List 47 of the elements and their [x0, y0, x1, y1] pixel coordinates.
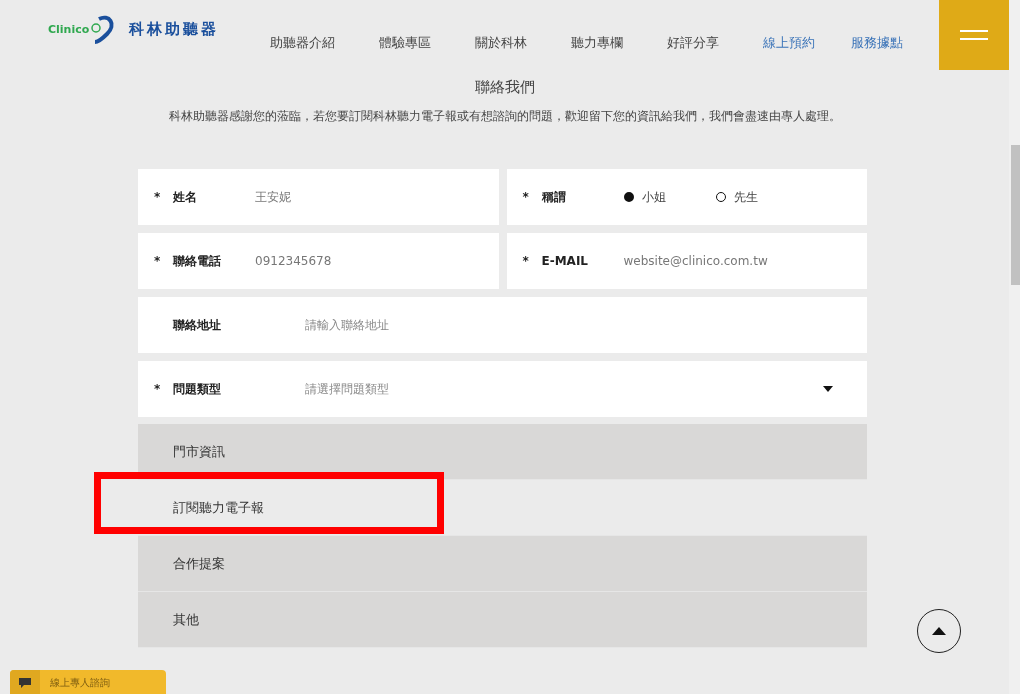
field-label: 聯絡地址	[173, 316, 222, 334]
required-asterisk: *	[522, 190, 529, 204]
radio-option[interactable]: 小姐	[623, 188, 666, 206]
input-field[interactable]: * 聯絡電話 0912345678	[138, 233, 499, 289]
chat-button[interactable]: 線上專人諮詢	[10, 670, 166, 694]
field-label: E-MAIL	[541, 254, 590, 268]
nav-link[interactable]: 體驗專區	[379, 34, 431, 52]
scrollbar-thumb[interactable]	[1011, 145, 1020, 285]
input-field[interactable]: 聯絡地址 請輸入聯絡地址	[138, 297, 867, 353]
nav-link[interactable]: 聽力專欄	[571, 34, 623, 52]
menu-icon	[960, 29, 988, 41]
dropdown-option[interactable]: 合作提案	[138, 536, 867, 592]
required-asterisk: *	[154, 254, 161, 268]
chat-bubble-icon	[18, 677, 32, 689]
input-field[interactable]: * E-MAIL website@clinico.com.tw	[506, 233, 867, 289]
radio-field[interactable]: * 稱謂 小姐 先生	[506, 169, 867, 225]
field-placeholder: 請輸入聯絡地址	[305, 316, 389, 334]
nav-link[interactable]: 服務據點	[851, 34, 903, 52]
scrollbar[interactable]	[1009, 0, 1020, 694]
input-field[interactable]: * 姓名 王安妮	[138, 169, 499, 225]
nav-link[interactable]: 好評分享	[667, 34, 719, 52]
field-placeholder: 請選擇問題類型	[305, 380, 389, 398]
menu-button[interactable]	[939, 0, 1009, 70]
field-label: 問題類型	[173, 380, 222, 398]
select-field[interactable]: * 問題類型 請選擇問題類型	[138, 361, 867, 417]
brand-name: 科林助聽器	[129, 19, 220, 39]
field-label: 稱謂	[541, 188, 567, 206]
field-value: 王安妮	[255, 188, 291, 206]
up-triangle-icon	[932, 627, 946, 635]
dropdown-option[interactable]: 其他	[138, 592, 867, 648]
dropdown-option[interactable]: 門市資訊	[138, 424, 867, 480]
field-value: website@clinico.com.tw	[623, 254, 768, 268]
page-title: 聯絡我們	[473, 78, 536, 97]
required-asterisk: *	[522, 254, 529, 268]
required-asterisk: *	[154, 190, 161, 204]
caret-icon	[823, 386, 833, 392]
ear-logo-icon	[89, 14, 116, 44]
radio-option[interactable]: 先生	[715, 188, 758, 206]
intro-text: 科林助聽器感謝您的蒞臨，若您要訂閱科林聽力電子報或有想諮詢的問題，歡迎留下您的資訊給我們，我們會盡速由專人處理。	[167, 108, 842, 125]
nav-link[interactable]: 關於科林	[475, 34, 527, 52]
required-asterisk: *	[154, 382, 161, 396]
field-label: 聯絡電話	[173, 252, 222, 270]
logo-text: Clinico	[48, 22, 90, 36]
field-label: 姓名	[173, 188, 198, 206]
nav-link[interactable]: 線上預約	[763, 34, 815, 52]
nav-link[interactable]: 助聽器介紹	[270, 34, 335, 52]
field-value: 0912345678	[255, 254, 332, 268]
